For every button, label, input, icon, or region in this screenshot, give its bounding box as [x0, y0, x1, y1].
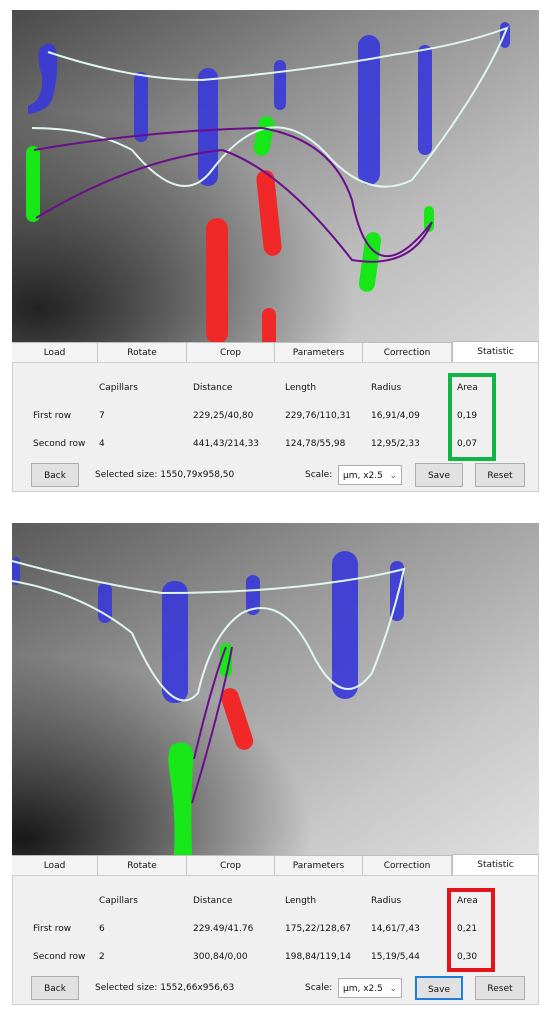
back-button[interactable]: Back	[31, 463, 79, 487]
back-button[interactable]: Back	[31, 976, 79, 1000]
header-radius: Radius	[371, 896, 402, 906]
header-distance: Distance	[193, 896, 233, 906]
scale-select[interactable]: μm, x2.5 ⌄	[338, 465, 402, 485]
tab-rotate[interactable]: Rotate	[98, 343, 187, 363]
distance-value: 441,43/214,33	[193, 439, 260, 449]
scale-label: Scale:	[305, 983, 333, 993]
statistics-panel: Capillars Distance Length Radius Area Fi…	[12, 875, 539, 1005]
blue-capillary	[418, 45, 432, 155]
capillars-value: 2	[99, 952, 105, 962]
tab-correction[interactable]: Correction	[363, 856, 452, 876]
length-value: 198,84/119,14	[285, 952, 352, 962]
blue-capillary	[274, 60, 286, 110]
capillars-value: 6	[99, 924, 105, 934]
area-highlight-box	[448, 373, 496, 461]
tab-statistic[interactable]: Statistic	[452, 341, 539, 364]
blue-capillary	[332, 551, 358, 699]
tab-crop[interactable]: Crop	[187, 343, 275, 363]
statistics-panel: Capillars Distance Length Radius Area Fi…	[12, 362, 539, 492]
header-capillars: Capillars	[99, 896, 138, 906]
capillary-analysis-window-1: Load Rotate Crop Parameters Correction S…	[12, 10, 539, 496]
header-length: Length	[285, 896, 317, 906]
header-length: Length	[285, 383, 317, 393]
row-label: Second row	[33, 439, 86, 449]
tab-correction[interactable]: Correction	[363, 343, 452, 363]
capillars-value: 4	[99, 439, 105, 449]
blue-capillary	[198, 68, 218, 186]
scale-select[interactable]: μm, x2.5 ⌄	[338, 978, 402, 998]
row-label: Second row	[33, 952, 86, 962]
distance-value: 300,84/0,00	[193, 952, 248, 962]
green-capillary	[26, 146, 40, 222]
capillars-value: 7	[99, 411, 105, 421]
microscopy-image-2	[12, 523, 539, 855]
reset-button[interactable]: Reset	[475, 463, 525, 487]
scale-label: Scale:	[305, 470, 333, 480]
tab-crop[interactable]: Crop	[187, 856, 275, 876]
radius-value: 14,61/7,43	[371, 924, 420, 934]
scale-select-value: μm, x2.5	[343, 471, 383, 481]
save-button[interactable]: Save	[415, 463, 463, 487]
row-label: First row	[33, 924, 72, 934]
blue-capillary	[162, 581, 188, 703]
row-label: First row	[33, 411, 72, 421]
header-radius: Radius	[371, 383, 402, 393]
tab-rotate[interactable]: Rotate	[98, 856, 187, 876]
tab-bar: Load Rotate Crop Parameters Correction S…	[12, 341, 539, 364]
red-capillary	[206, 218, 228, 342]
tab-statistic[interactable]: Statistic	[452, 854, 539, 877]
radius-value: 15,19/5,44	[371, 952, 420, 962]
length-value: 124,78/55,98	[285, 439, 346, 449]
tab-load[interactable]: Load	[12, 343, 98, 363]
selected-size: Selected size: 1550,79x958,50	[95, 470, 235, 480]
chevron-down-icon: ⌄	[389, 984, 397, 994]
length-value: 229,76/110,31	[285, 411, 352, 421]
radius-value: 12,95/2,33	[371, 439, 420, 449]
length-value: 175,22/128,67	[285, 924, 352, 934]
capillary-analysis-window-2: Load Rotate Crop Parameters Correction S…	[12, 523, 539, 1005]
selected-size: Selected size: 1552,66x956,63	[95, 983, 235, 993]
radius-value: 16,91/4,09	[371, 411, 420, 421]
distance-value: 229,25/40,80	[193, 411, 254, 421]
red-capillary	[262, 308, 276, 342]
scale-select-value: μm, x2.5	[343, 984, 383, 994]
reset-button[interactable]: Reset	[475, 976, 525, 1000]
tab-parameters[interactable]: Parameters	[275, 856, 363, 876]
blue-capillary	[134, 72, 148, 142]
tab-parameters[interactable]: Parameters	[275, 343, 363, 363]
tab-load[interactable]: Load	[12, 856, 98, 876]
tab-bar: Load Rotate Crop Parameters Correction S…	[12, 854, 539, 877]
header-distance: Distance	[193, 383, 233, 393]
microscopy-image-1	[12, 10, 539, 342]
chevron-down-icon: ⌄	[389, 471, 397, 481]
header-capillars: Capillars	[99, 383, 138, 393]
area-highlight-box	[447, 888, 495, 972]
save-button[interactable]: Save	[415, 976, 463, 1000]
distance-value: 229.49/41.76	[193, 924, 254, 934]
